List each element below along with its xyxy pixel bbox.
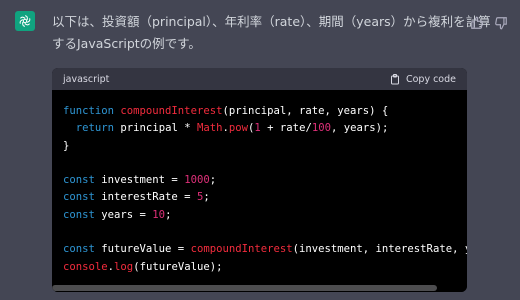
code-line: return principal * Math.pow(1 + rate/100… xyxy=(63,122,389,135)
code-line: const futureValue = compoundInterest(inv… xyxy=(63,243,467,255)
code-line: } xyxy=(63,140,69,152)
message-text: 以下は、投資額（principal）、年利率（rate）、期間（years）から… xyxy=(52,14,491,51)
code-token: (futureValue); xyxy=(133,260,223,273)
code-token: ; xyxy=(165,208,172,221)
assistant-message: 以下は、投資額（principal）、年利率（rate）、期間（years）から… xyxy=(52,11,492,55)
code-line: const investment = 1000; xyxy=(63,174,216,186)
code-token: } xyxy=(63,139,70,152)
code-token: 10 xyxy=(152,208,166,221)
scrollbar-thumb[interactable] xyxy=(52,285,437,291)
code-token: investment = xyxy=(94,174,185,187)
code-line: function compoundInterest(principal, rat… xyxy=(63,105,388,117)
openai-logo-icon xyxy=(19,15,31,27)
code-token: const xyxy=(63,208,95,221)
code-token: const xyxy=(63,174,95,187)
code-token: 1000 xyxy=(184,174,210,187)
code-token: compoundInterest xyxy=(190,243,293,256)
code-token: ; xyxy=(209,174,217,187)
code-token: , years); xyxy=(330,122,389,135)
assistant-avatar xyxy=(15,11,35,31)
thumbs-up-icon[interactable] xyxy=(470,15,484,29)
code-token: log xyxy=(114,260,134,273)
code-block: javascript Copy code function compoundIn… xyxy=(52,68,467,292)
copy-code-button[interactable]: Copy code xyxy=(390,73,456,85)
code-token: years = xyxy=(94,208,153,221)
code-token: (principal, rate, years) { xyxy=(222,105,389,117)
code-token: Math xyxy=(196,122,223,135)
code-language: javascript xyxy=(63,73,110,85)
code-content[interactable]: function compoundInterest(principal, rat… xyxy=(52,90,467,285)
code-token: + rate/ xyxy=(260,122,312,135)
code-token: ; xyxy=(203,191,210,204)
clipboard-icon xyxy=(390,73,399,84)
code-token: pow xyxy=(228,122,249,135)
code-token: interestRate = xyxy=(94,191,197,204)
horizontal-scrollbar[interactable] xyxy=(52,284,467,292)
feedback-buttons xyxy=(470,15,508,30)
code-token: futureValue = xyxy=(94,243,191,256)
code-token: const xyxy=(63,191,95,204)
code-token: function xyxy=(63,105,121,117)
code-token: (investment, interestRate, years); xyxy=(292,243,467,256)
copy-code-label: Copy code xyxy=(405,73,456,85)
code-token: principal * xyxy=(114,122,197,135)
code-line: console.log(futureValue); xyxy=(63,261,222,273)
code-line: const interestRate = 5; xyxy=(63,191,210,203)
code-line: const years = 10; xyxy=(63,209,171,221)
code-token: return xyxy=(75,122,115,135)
thumbs-down-icon[interactable] xyxy=(494,15,508,30)
code-header: javascript Copy code xyxy=(52,68,467,90)
code-token: const xyxy=(63,243,95,256)
code-token: 100 xyxy=(311,122,331,135)
code-token: console xyxy=(63,260,108,273)
code-token: compoundInterest xyxy=(120,105,223,117)
